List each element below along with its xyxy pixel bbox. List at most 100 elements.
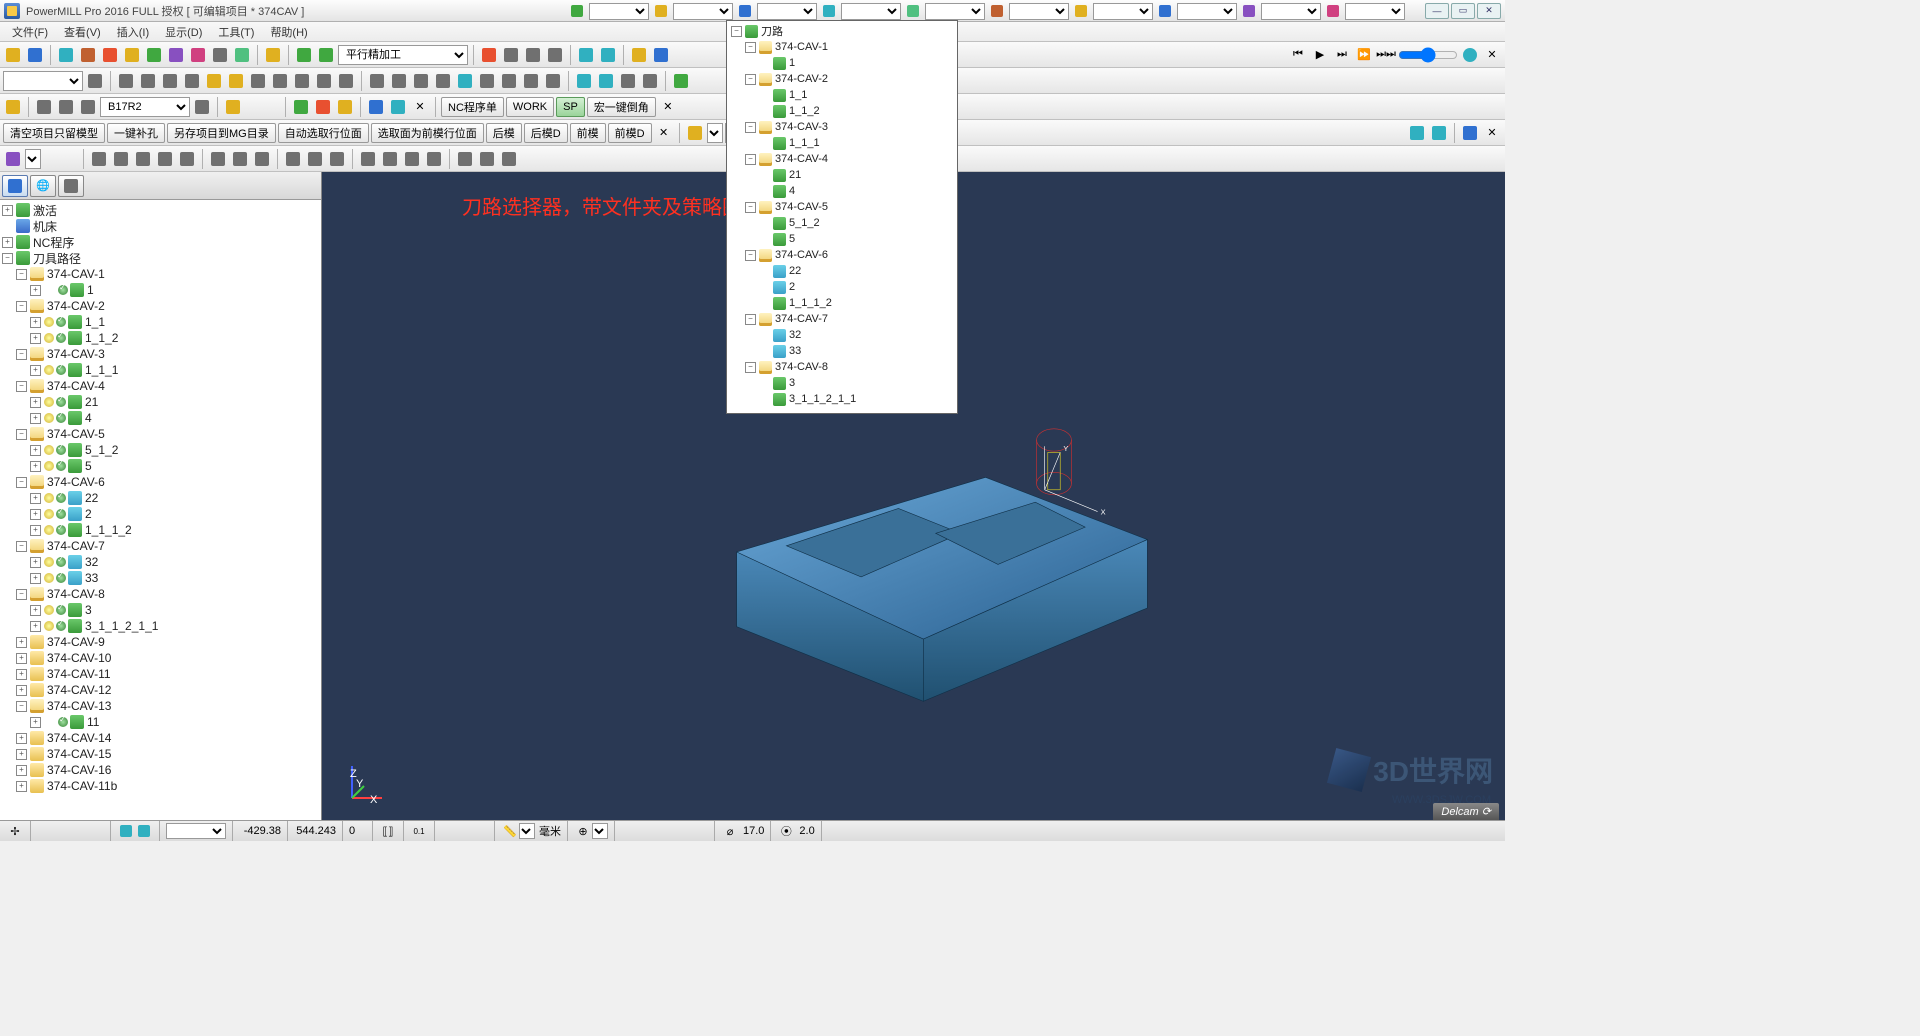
btn-cavity-d[interactable]: 前模D <box>608 123 652 143</box>
vw-6[interactable] <box>208 149 228 169</box>
vw-4[interactable] <box>155 149 175 169</box>
tree-folder-374-CAV-13[interactable]: −374-CAV-13 <box>2 698 319 714</box>
maximize-button[interactable]: ▭ <box>1451 3 1475 19</box>
status-workplane-combo[interactable] <box>166 823 226 839</box>
feed-icon[interactable] <box>144 45 164 65</box>
strategy-list-icon[interactable] <box>316 45 336 65</box>
minimize-button[interactable]: — <box>1425 3 1449 19</box>
dd-item-374-CAV-3-1_1_1[interactable]: 1_1_1 <box>729 135 955 151</box>
tool-c[interactable] <box>78 97 98 117</box>
tree-root-3[interactable]: −刀具路径 <box>2 250 319 266</box>
strategy-icon[interactable] <box>294 45 314 65</box>
dd-item-374-CAV-8-3[interactable]: 3 <box>729 375 955 391</box>
stock-icon[interactable] <box>1240 3 1258 20</box>
tree-folder-374-CAV-4[interactable]: −374-CAV-4 <box>2 378 319 394</box>
tree-item-374-CAV-2-1_1_2[interactable]: +1_1_2 <box>2 330 319 346</box>
boundary-selector[interactable] <box>757 3 817 20</box>
toolpath-selector[interactable] <box>589 3 649 20</box>
dd-item-374-CAV-5-5[interactable]: 5 <box>729 231 955 247</box>
tb2-m[interactable] <box>367 71 387 91</box>
tree-item-374-CAV-8-3_1_1_2_1_1[interactable]: +3_1_1_2_1_1 <box>2 618 319 634</box>
menu-file[interactable]: 文件(F) <box>4 24 56 40</box>
tb1-e[interactable] <box>576 45 596 65</box>
tree-folder-374-CAV-3[interactable]: −374-CAV-3 <box>2 346 319 362</box>
status-pick-icon[interactable]: ✢ <box>6 823 24 839</box>
dd-item-374-CAV-5-5_1_2[interactable]: 5_1_2 <box>729 215 955 231</box>
tree-item-374-CAV-8-3[interactable]: +3 <box>2 602 319 618</box>
macro-chamfer-button[interactable]: 宏一键倒角 <box>587 97 656 117</box>
vw-7[interactable] <box>230 149 250 169</box>
vw-12[interactable] <box>380 149 400 169</box>
coolant-icon[interactable] <box>188 45 208 65</box>
dd-item-374-CAV-4-4[interactable]: 4 <box>729 183 955 199</box>
pattern-icon[interactable] <box>820 3 838 20</box>
transform-close[interactable]: ✕ <box>1482 123 1502 143</box>
tree-folder-374-CAV-7[interactable]: −374-CAV-7 <box>2 538 319 554</box>
tree-item-374-CAV-1-1[interactable]: +1 <box>2 282 319 298</box>
tree-folder-374-CAV-15[interactable]: +374-CAV-15 <box>2 746 319 762</box>
boundary-icon[interactable] <box>736 3 754 20</box>
vw-16[interactable] <box>477 149 497 169</box>
tb2-l[interactable] <box>336 71 356 91</box>
sim-clock-icon[interactable] <box>1460 45 1480 65</box>
verify-d[interactable] <box>366 97 386 117</box>
menu-display[interactable]: 显示(D) <box>157 24 210 40</box>
tb2-e[interactable] <box>182 71 202 91</box>
tree-root-1[interactable]: 机床 <box>2 218 319 234</box>
tree-folder-374-CAV-10[interactable]: +374-CAV-10 <box>2 650 319 666</box>
status-target-icon[interactable]: ⊕ <box>574 823 592 839</box>
tb2-s[interactable] <box>499 71 519 91</box>
dd-folder-374-CAV-2[interactable]: −374-CAV-2 <box>729 71 955 87</box>
tree-item-374-CAV-4-4[interactable]: +4 <box>2 410 319 426</box>
level-icon[interactable] <box>1072 3 1090 20</box>
tool-new-icon[interactable] <box>3 97 23 117</box>
tree-folder-374-CAV-1[interactable]: −374-CAV-1 <box>2 266 319 282</box>
dd-item-374-CAV-4-21[interactable]: 21 <box>729 167 955 183</box>
status-tol-icon[interactable]: 0.1 <box>410 823 428 839</box>
block-icon[interactable] <box>56 45 76 65</box>
btn-core[interactable]: 后模 <box>486 123 522 143</box>
dd-item-374-CAV-8-3_1_1_2_1_1[interactable]: 3_1_1_2_1_1 <box>729 391 955 407</box>
transform-a[interactable] <box>1407 123 1427 143</box>
vw-3[interactable] <box>133 149 153 169</box>
vw-11[interactable] <box>358 149 378 169</box>
transform-c[interactable] <box>1460 123 1480 143</box>
close-button[interactable]: ✕ <box>1477 3 1501 19</box>
picker-model-drop[interactable] <box>707 123 723 143</box>
dd-item-374-CAV-7-33[interactable]: 33 <box>729 343 955 359</box>
vw-15[interactable] <box>455 149 475 169</box>
tree-folder-374-CAV-16[interactable]: +374-CAV-16 <box>2 762 319 778</box>
group-icon[interactable] <box>1324 3 1342 20</box>
verify-a[interactable] <box>291 97 311 117</box>
tb2-w[interactable] <box>596 71 616 91</box>
menu-insert[interactable]: 插入(I) <box>109 24 157 40</box>
tb1-d[interactable] <box>545 45 565 65</box>
vw-14[interactable] <box>424 149 444 169</box>
calculate-icon[interactable] <box>263 45 283 65</box>
tree-folder-374-CAV-2[interactable]: −374-CAV-2 <box>2 298 319 314</box>
dd-item-374-CAV-2-1_1[interactable]: 1_1 <box>729 87 955 103</box>
startpoint-icon[interactable] <box>122 45 142 65</box>
tool-d[interactable] <box>192 97 212 117</box>
tree-item-374-CAV-6-22[interactable]: +22 <box>2 490 319 506</box>
dd-item-374-CAV-6-2[interactable]: 2 <box>729 279 955 295</box>
status-ruler-icon[interactable]: 📏 <box>501 823 519 839</box>
toolpath-dropdown-panel[interactable]: −刀路−374-CAV-11−374-CAV-21_11_1_2−374-CAV… <box>726 20 958 414</box>
group-selector[interactable] <box>1345 3 1405 20</box>
transform-b[interactable] <box>1429 123 1449 143</box>
btn-core-d[interactable]: 后模D <box>524 123 568 143</box>
toolpath-icon[interactable] <box>568 3 586 20</box>
verify-close[interactable]: ✕ <box>410 97 430 117</box>
vw-8[interactable] <box>252 149 272 169</box>
tb2-j[interactable] <box>292 71 312 91</box>
partial-hide-icon[interactable] <box>327 149 347 169</box>
tb2-a[interactable] <box>85 71 105 91</box>
menu-view[interactable]: 查看(V) <box>56 24 109 40</box>
nc-close[interactable]: ✕ <box>658 97 678 117</box>
tb2-p[interactable] <box>433 71 453 91</box>
dd-folder-374-CAV-5[interactable]: −374-CAV-5 <box>729 199 955 215</box>
tb2-v[interactable] <box>574 71 594 91</box>
leads-icon[interactable] <box>100 45 120 65</box>
tb2-f[interactable] <box>204 71 224 91</box>
tb2-q[interactable] <box>455 71 475 91</box>
